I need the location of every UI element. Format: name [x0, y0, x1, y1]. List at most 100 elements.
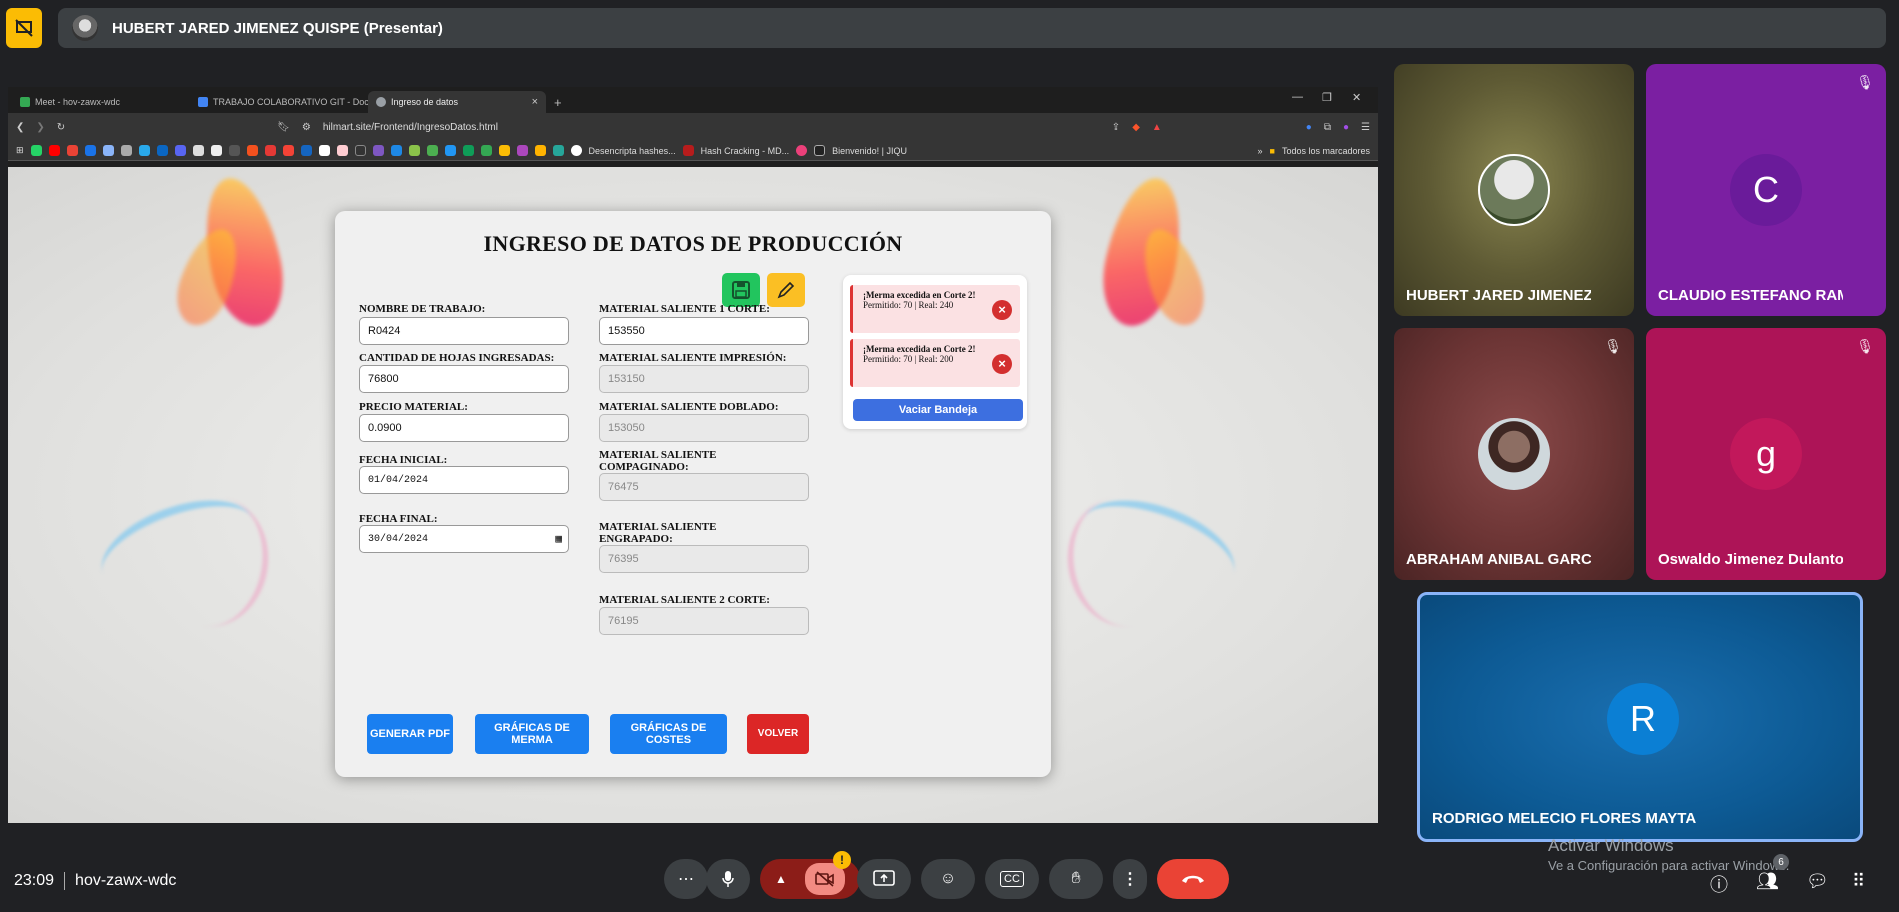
captions-button[interactable]: CC: [985, 859, 1039, 899]
people-icon[interactable]: 👥︎: [1756, 871, 1779, 892]
emoji-reactions-button[interactable]: ☺: [921, 859, 975, 899]
bookmark-icon[interactable]: [300, 145, 312, 156]
telegram-icon[interactable]: [138, 145, 150, 156]
bookmark-icon[interactable]: [534, 145, 546, 156]
profile-icon[interactable]: ●: [1343, 122, 1349, 133]
participant-tile[interactable]: HUBERT JARED JIMENEZ ...: [1394, 64, 1634, 316]
tab-meet[interactable]: Meet - hov-zawx-wdc: [12, 91, 190, 113]
tab-ingreso-datos[interactable]: Ingreso de datos ×: [368, 91, 546, 113]
github-icon[interactable]: [210, 145, 222, 156]
more-bookmarks-icon[interactable]: »: [1258, 146, 1263, 156]
bookmark-icon[interactable]: [682, 145, 694, 156]
dismiss-alert-icon[interactable]: ×: [992, 300, 1012, 320]
meeting-details-icon[interactable]: ⓘ: [1710, 871, 1728, 897]
gmail-icon[interactable]: [66, 145, 78, 156]
share-icon[interactable]: ⇪: [1112, 122, 1120, 133]
bookmark-desencripta[interactable]: Desencripta hashes...: [589, 146, 676, 156]
edit-button[interactable]: [767, 273, 805, 307]
graficas-merma-button[interactable]: GRÁFICAS DE MERMA: [475, 714, 589, 754]
leave-call-button[interactable]: [1157, 859, 1229, 899]
forward-icon[interactable]: ❯: [36, 122, 44, 133]
bookmark-icon[interactable]: [444, 145, 456, 156]
vaciar-bandeja-button[interactable]: Vaciar Bandeja: [853, 399, 1023, 421]
bookmark-icon[interactable]: [408, 145, 420, 156]
bookmark-icon[interactable]: [372, 145, 384, 156]
extension-icon[interactable]: ●: [1306, 122, 1312, 133]
bookmark-icon[interactable]: [516, 145, 528, 156]
chat-icon[interactable]: 💬︎: [1806, 871, 1829, 892]
volver-button[interactable]: VOLVER: [747, 714, 809, 754]
participant-tile-speaking[interactable]: R RODRIGO MELECIO FLORES MAYTA: [1417, 592, 1863, 842]
fecha-inicial-input[interactable]: 01/04/2024: [359, 466, 569, 494]
bookmark-icon[interactable]: [390, 145, 402, 156]
bookmark-bienvenido[interactable]: Bienvenido! | JIQU: [832, 146, 907, 156]
whatsapp-icon[interactable]: [30, 145, 42, 156]
bookmark-icon[interactable]: [84, 145, 96, 156]
bookmark-icon[interactable]: 🔖︎: [277, 122, 290, 133]
minimize-icon[interactable]: —: [1292, 91, 1303, 103]
bookmark-icon[interactable]: [282, 145, 294, 156]
tab-docs[interactable]: TRABAJO COLABORATIVO GIT - Doc: [190, 91, 368, 113]
bookmark-icon[interactable]: [246, 145, 258, 156]
fecha-final-input[interactable]: 30/04/2024 ▦: [359, 525, 569, 553]
bookmark-icon[interactable]: [192, 145, 204, 156]
calendar-icon[interactable]: ▦: [555, 532, 562, 546]
bookmark-icon[interactable]: [426, 145, 438, 156]
bookmark-icon[interactable]: [814, 145, 826, 156]
drive-icon[interactable]: [498, 145, 510, 156]
activities-grid-icon[interactable]: ⠿: [1852, 871, 1865, 892]
microphone-button[interactable]: [706, 859, 750, 899]
bookmark-icon[interactable]: [796, 145, 808, 156]
bookmark-hash-cracking[interactable]: Hash Cracking - MD...: [701, 146, 790, 156]
youtube-icon[interactable]: [48, 145, 60, 156]
apps-icon[interactable]: ⊞: [16, 145, 24, 156]
corte2-input: 76195: [599, 607, 809, 635]
more-actions-button[interactable]: ⋮: [1113, 859, 1147, 899]
maximize-icon[interactable]: ❐: [1322, 91, 1332, 104]
graficas-costes-button[interactable]: GRÁFICAS DE COSTES: [610, 714, 727, 754]
precio-input[interactable]: 0.0900: [359, 414, 569, 442]
discord-icon[interactable]: [174, 145, 186, 156]
bookmark-icon[interactable]: [552, 145, 564, 156]
site-info-icon[interactable]: ⚙︎: [302, 122, 311, 133]
bookmark-icon[interactable]: [354, 145, 366, 156]
raise-hand-button[interactable]: ✋︎: [1049, 859, 1103, 899]
corte1-input[interactable]: 153550: [599, 317, 809, 345]
camera-controls[interactable]: ▲ !: [760, 851, 860, 899]
dismiss-alert-icon[interactable]: ×: [992, 354, 1012, 374]
close-window-icon[interactable]: ✕: [1352, 91, 1361, 104]
linkedin-icon[interactable]: [156, 145, 168, 156]
bookmark-icon[interactable]: [336, 145, 348, 156]
present-screen-button[interactable]: [857, 859, 911, 899]
close-tab-icon[interactable]: ×: [532, 96, 538, 108]
url-input[interactable]: hilmart.site/Frontend/IngresoDatos.html: [323, 122, 498, 133]
bookmark-icon[interactable]: [228, 145, 240, 156]
bookmark-icon[interactable]: [318, 145, 330, 156]
hojas-input[interactable]: 76800: [359, 365, 569, 393]
bookmark-icon[interactable]: [264, 145, 276, 156]
stop-presenting-icon[interactable]: [6, 8, 42, 48]
more-options-button[interactable]: ⋯: [664, 859, 708, 899]
participant-tile[interactable]: 🎙︎ C CLAUDIO ESTEFANO RAM...: [1646, 64, 1886, 316]
participant-tile[interactable]: 🎙︎ g Oswaldo Jimenez Dulanto: [1646, 328, 1886, 580]
participant-tile[interactable]: 🎙︎ ABRAHAM ANIBAL GARCI...: [1394, 328, 1634, 580]
extensions-icon[interactable]: ⧉: [1324, 122, 1331, 133]
back-icon[interactable]: ❮: [16, 122, 24, 133]
sheets-icon[interactable]: [462, 145, 474, 156]
brave-shield-icon[interactable]: ◆: [1132, 122, 1140, 133]
brave-rewards-icon[interactable]: ▲: [1152, 122, 1162, 133]
bookmark-icon[interactable]: [102, 145, 114, 156]
new-tab-button[interactable]: +: [546, 91, 566, 113]
all-bookmarks[interactable]: Todos los marcadores: [1282, 146, 1370, 156]
nombre-input[interactable]: R0424: [359, 317, 569, 345]
bookmark-icon[interactable]: [570, 145, 582, 156]
menu-icon[interactable]: ☰: [1361, 122, 1370, 133]
generar-pdf-button[interactable]: GENERAR PDF: [367, 714, 453, 754]
camera-off-button[interactable]: !: [804, 851, 851, 895]
bookmark-icon[interactable]: [120, 145, 132, 156]
avatar: [1478, 154, 1550, 226]
chevron-up-icon[interactable]: ▲: [775, 872, 787, 886]
save-button[interactable]: [722, 273, 760, 307]
reload-icon[interactable]: ↻: [57, 122, 65, 133]
bookmark-icon[interactable]: [480, 145, 492, 156]
